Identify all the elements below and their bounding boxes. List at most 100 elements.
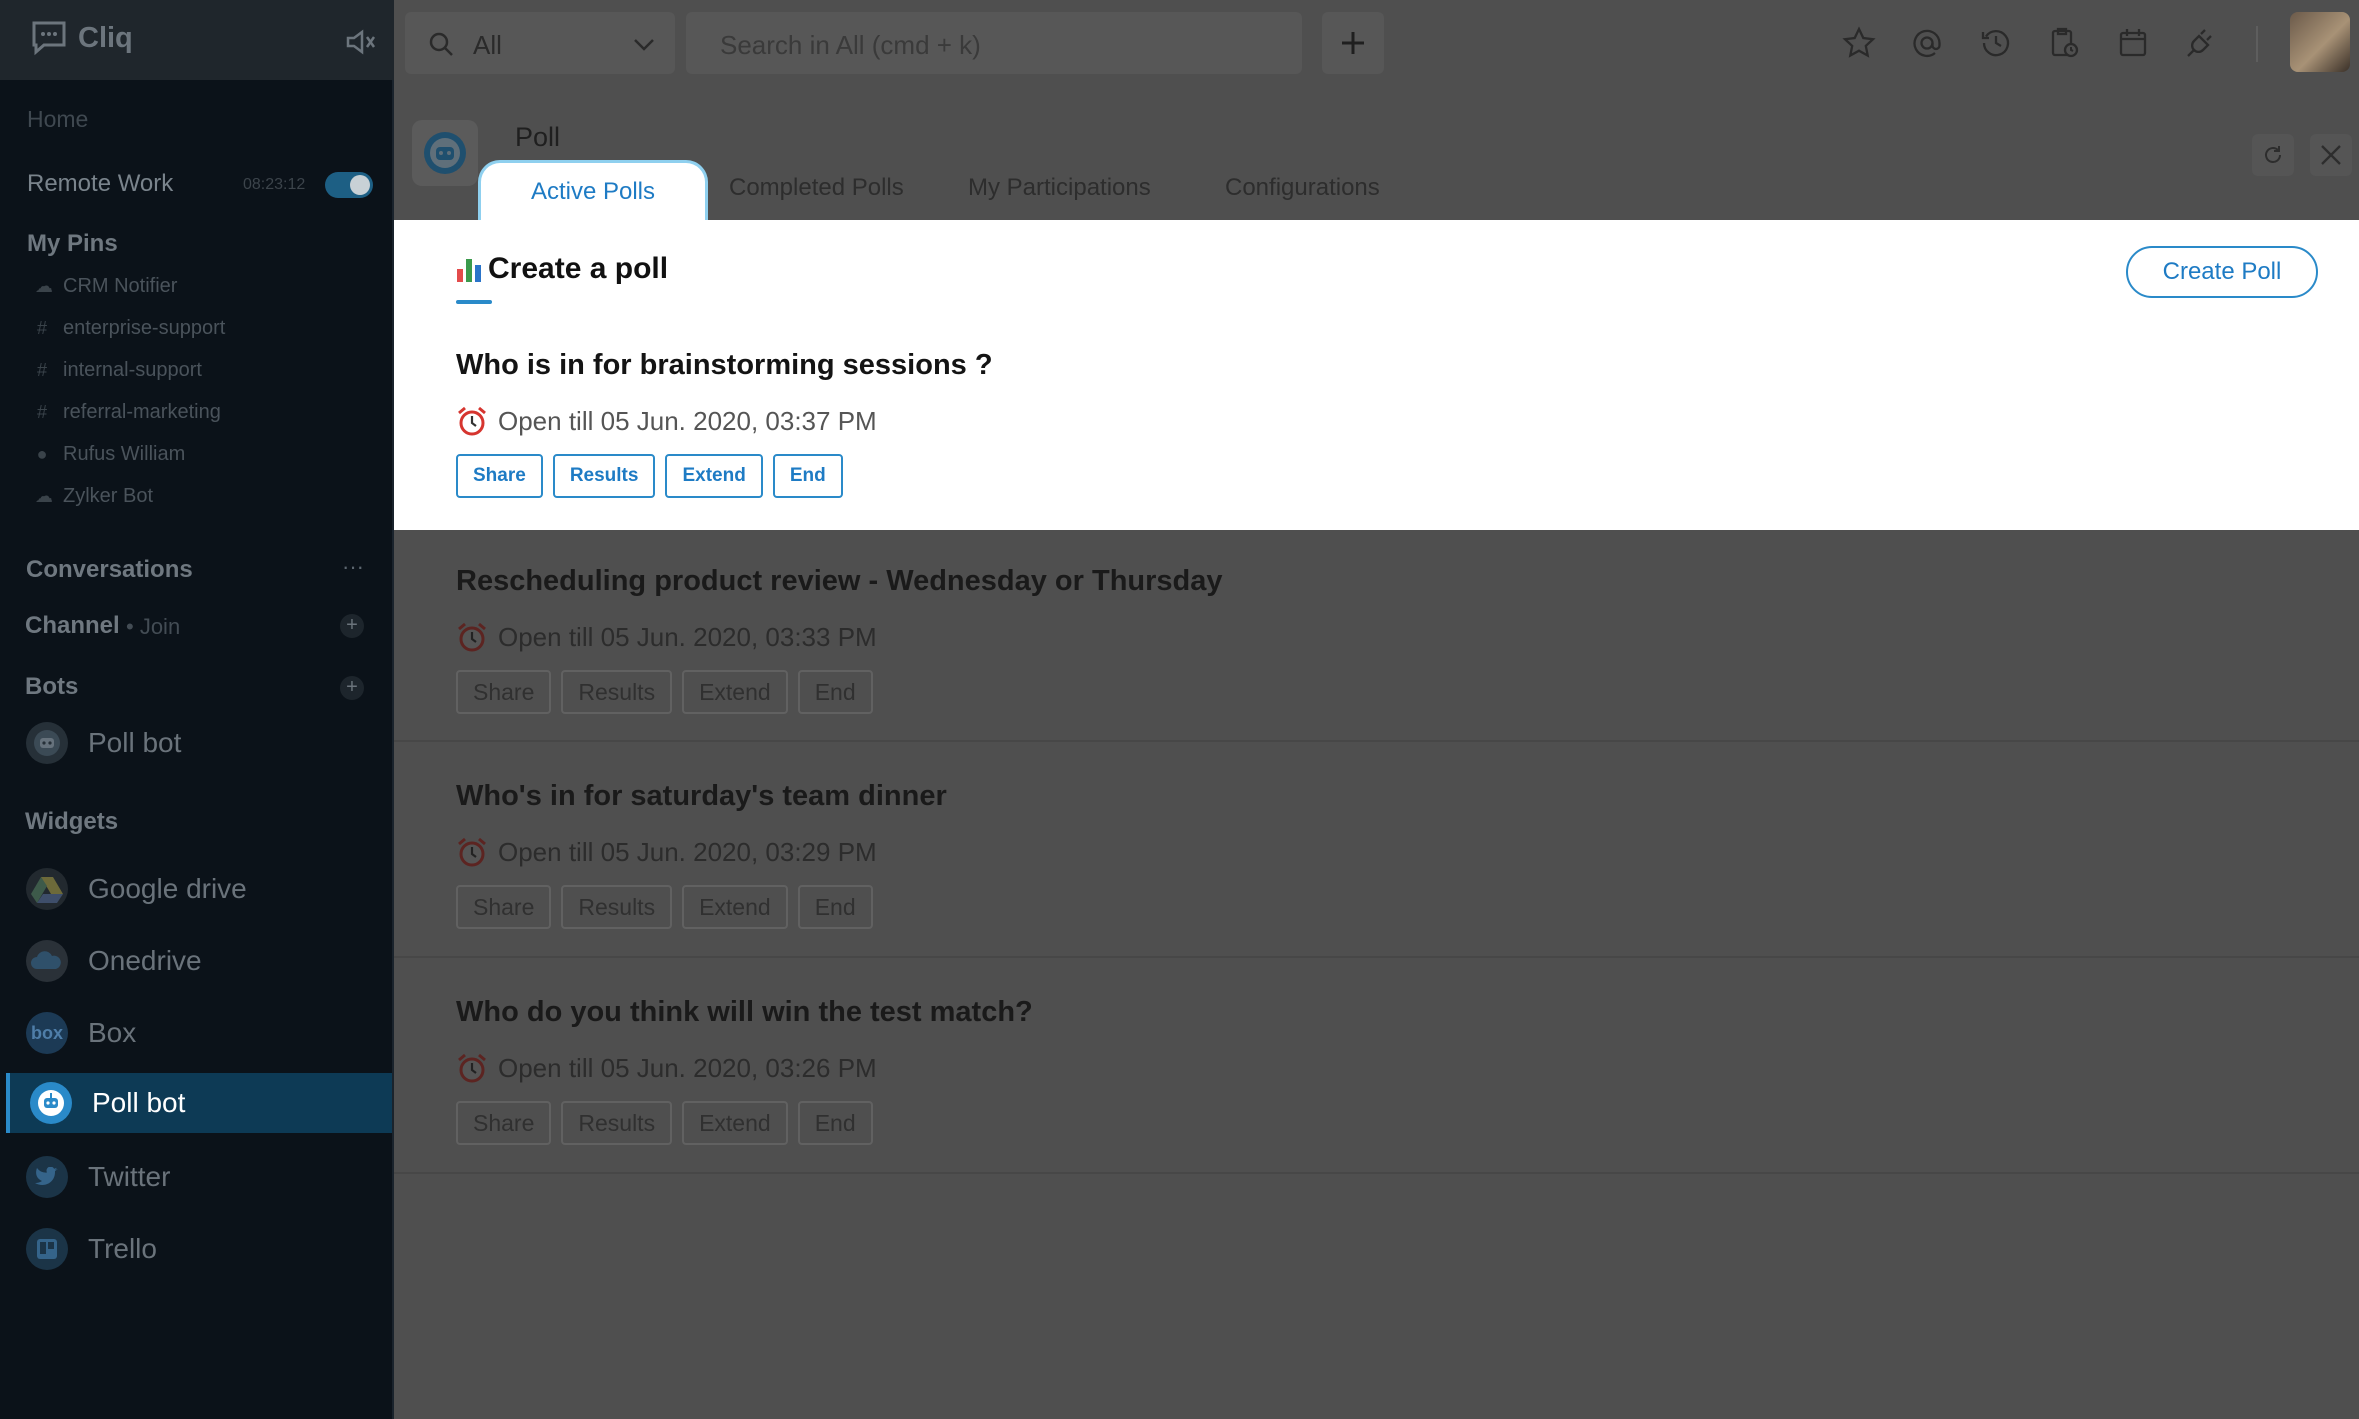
share-button[interactable]: Share: [456, 885, 552, 929]
share-button[interactable]: Share: [456, 454, 543, 498]
widget-item-trello[interactable]: Trello: [26, 1228, 157, 1270]
app-name: Cliq: [78, 21, 133, 54]
poll-deadline: Open till 05 Jun. 2020, 03:26 PM: [456, 1052, 877, 1084]
tab-configurations[interactable]: Configurations: [1225, 174, 1380, 202]
status-dot-icon: ●: [36, 444, 48, 464]
extend-button[interactable]: Extend: [682, 670, 788, 714]
tab-completed-polls[interactable]: Completed Polls: [729, 174, 904, 202]
mention-icon[interactable]: [1910, 26, 1944, 60]
more-options-icon[interactable]: ···: [342, 554, 364, 580]
results-button[interactable]: Results: [561, 885, 673, 929]
poll-actions: Share Results Extend End: [456, 454, 843, 498]
close-icon: [2321, 145, 2341, 165]
add-bot-icon[interactable]: +: [340, 676, 364, 700]
pin-label: Rufus William: [63, 443, 186, 465]
widget-label: Poll bot: [92, 1087, 186, 1118]
pin-label: referral-marketing: [63, 401, 221, 423]
extend-button[interactable]: Extend: [682, 885, 788, 929]
pin-label: internal-support: [63, 359, 202, 381]
widget-label: Trello: [88, 1233, 157, 1264]
search-input[interactable]: Search in All (cmd + k): [686, 12, 1302, 74]
pin-item-internal-support[interactable]: # internal-support: [35, 359, 202, 382]
pin-item-rufus-william[interactable]: ● Rufus William: [35, 443, 186, 466]
pin-item-crm-notifier[interactable]: ☁ CRM Notifier: [35, 275, 177, 298]
end-button[interactable]: End: [772, 454, 843, 498]
results-button[interactable]: Results: [561, 1101, 673, 1145]
poll-question: Who do you think will win the test match…: [456, 996, 1033, 1028]
channel-heading[interactable]: Channel: [25, 612, 120, 640]
results-button[interactable]: Results: [552, 454, 656, 498]
remote-work-toggle[interactable]: [325, 172, 373, 198]
end-button[interactable]: End: [797, 885, 873, 929]
history-icon[interactable]: [1979, 26, 2013, 60]
app-brand[interactable]: Cliq: [30, 20, 133, 56]
share-button[interactable]: Share: [456, 670, 552, 714]
poll-deadline: Open till 05 Jun. 2020, 03:29 PM: [456, 836, 877, 868]
widget-item-box[interactable]: box Box: [26, 1012, 136, 1054]
poll-bot-icon: [26, 722, 68, 764]
sidebar-header: Cliq: [0, 0, 394, 80]
poll-deadline: Open till 05 Jun. 2020, 03:37 PM: [456, 405, 877, 437]
pin-label: CRM Notifier: [63, 275, 178, 297]
poll-question: Who is in for brainstorming sessions ?: [456, 349, 993, 381]
toolbar-divider: [2256, 26, 2258, 62]
pin-label: enterprise-support: [63, 317, 226, 339]
pin-item-referral-marketing[interactable]: # referral-marketing: [35, 401, 221, 424]
remote-work-timer: 08:23:12: [243, 176, 306, 193]
hash-icon: #: [36, 402, 47, 422]
speaker-mute-icon[interactable]: [345, 28, 377, 56]
widget-item-google-drive[interactable]: Google drive: [26, 868, 247, 910]
bots-heading: Bots: [25, 673, 79, 700]
plus-icon: [1342, 32, 1364, 54]
channel-join-link[interactable]: • Join: [126, 614, 180, 640]
tab-active-polls[interactable]: Active Polls: [478, 160, 708, 220]
poll-divider: [394, 956, 2359, 958]
google-drive-icon: [26, 868, 68, 910]
extend-button[interactable]: Extend: [682, 1101, 788, 1145]
pin-item-zylker-bot[interactable]: ☁ Zylker Bot: [35, 485, 153, 508]
remote-work-label[interactable]: Remote Work: [27, 170, 173, 198]
poll-panel-title: Poll: [515, 122, 561, 152]
hash-icon: #: [36, 318, 47, 338]
cloud-icon: ☁: [35, 486, 53, 506]
widget-item-onedrive[interactable]: Onedrive: [26, 940, 202, 982]
create-poll-heading[interactable]: Create a poll: [456, 252, 668, 286]
close-button[interactable]: [2310, 134, 2352, 176]
my-pins-heading: My Pins: [27, 230, 118, 257]
extend-button[interactable]: Extend: [665, 454, 763, 498]
end-button[interactable]: End: [797, 670, 873, 714]
cliq-logo-icon: [32, 21, 66, 56]
widget-item-poll-bot[interactable]: Poll bot: [6, 1073, 392, 1133]
widget-label: Google drive: [88, 873, 247, 904]
bar-chart-icon: [457, 259, 481, 282]
results-button[interactable]: Results: [561, 670, 673, 714]
refresh-button[interactable]: [2252, 134, 2294, 176]
alarm-clock-icon: [458, 622, 486, 652]
bot-item-poll-bot[interactable]: Poll bot: [26, 722, 181, 764]
twitter-icon: [26, 1156, 68, 1198]
star-icon[interactable]: [1842, 26, 1876, 60]
share-button[interactable]: Share: [456, 1101, 552, 1145]
sidebar-home[interactable]: Home: [27, 106, 88, 133]
hash-icon: #: [36, 360, 47, 380]
pin-item-enterprise-support[interactable]: # enterprise-support: [35, 317, 225, 340]
reminder-icon[interactable]: [2047, 26, 2081, 60]
search-scope-dropdown[interactable]: All: [405, 12, 675, 74]
poll-deadline-text: Open till 05 Jun. 2020, 03:37 PM: [498, 405, 877, 436]
create-poll-button[interactable]: Create Poll: [2126, 246, 2318, 298]
search-icon: [429, 32, 453, 56]
add-channel-icon[interactable]: +: [340, 614, 364, 638]
poll-actions: Share Results Extend End: [456, 1101, 873, 1145]
widget-item-twitter[interactable]: Twitter: [26, 1156, 170, 1198]
integrations-icon[interactable]: [2184, 26, 2218, 60]
end-button[interactable]: End: [797, 1101, 873, 1145]
conversations-heading[interactable]: Conversations: [26, 556, 193, 584]
bot-label: Poll bot: [88, 727, 182, 758]
user-avatar[interactable]: [2290, 12, 2350, 72]
calendar-icon[interactable]: [2116, 26, 2150, 60]
poll-bot-logo-icon: [412, 120, 478, 186]
tab-my-participations[interactable]: My Participations: [968, 174, 1151, 202]
poll-bot-icon: [30, 1082, 72, 1124]
search-scope-value: All: [473, 30, 502, 60]
new-action-button[interactable]: [1322, 12, 1384, 74]
